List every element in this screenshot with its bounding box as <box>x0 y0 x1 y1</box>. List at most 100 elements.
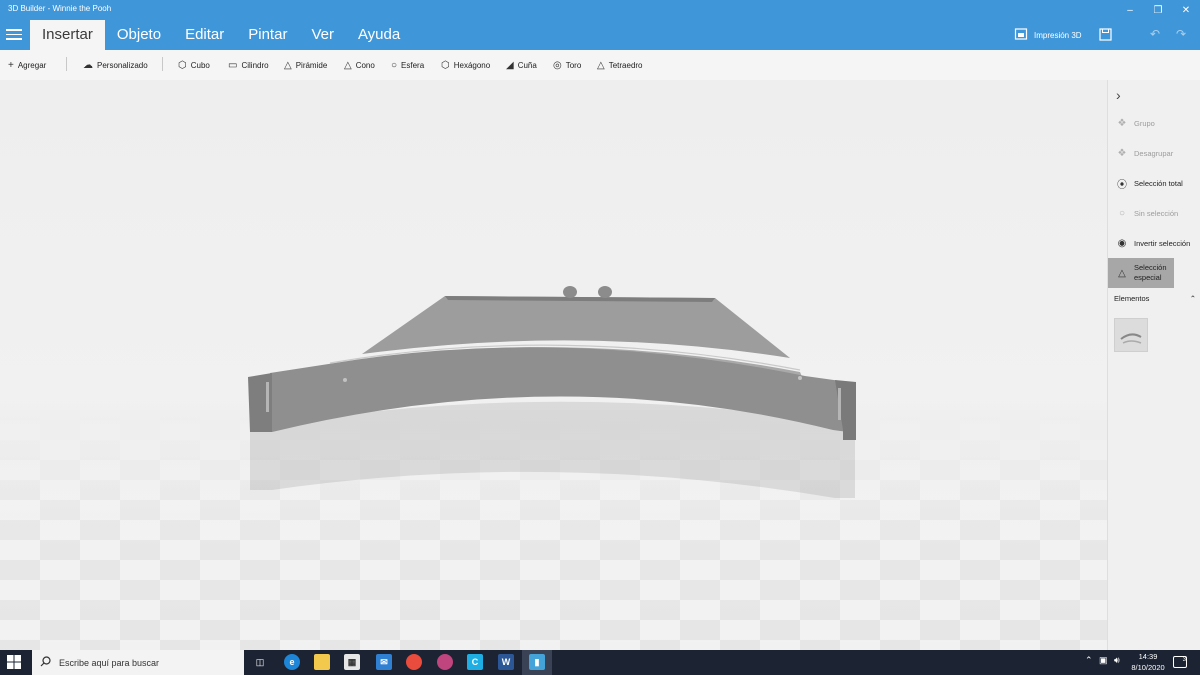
tetrahedron-label: Tetraedro <box>608 60 643 70</box>
group-button[interactable]: ❖ Grupo <box>1108 109 1200 137</box>
wedge-button[interactable]: ◢ Cuña <box>506 58 537 72</box>
element-thumbnail[interactable] <box>1114 318 1148 352</box>
wedge-label: Cuña <box>517 60 537 70</box>
hexagon-label: Hexágono <box>453 60 491 70</box>
notification-count: 3 <box>1182 657 1186 663</box>
special-selection-icon: △ <box>1118 267 1126 279</box>
close-button[interactable]: ✕ <box>1172 0 1200 20</box>
hamburger-icon[interactable] <box>6 26 22 42</box>
menu-tabs: Insertar Objeto Editar Pintar Ver Ayuda <box>30 20 412 50</box>
sphere-icon: ○ <box>391 59 398 71</box>
tab-insertar[interactable]: Insertar <box>30 20 105 50</box>
select-all-label: Selección total <box>1134 178 1183 188</box>
redo-icon[interactable]: ↷ <box>1173 26 1189 42</box>
volume-icon[interactable]: 🔊︎ <box>1114 655 1120 666</box>
elements-label: Elementos <box>1114 294 1150 303</box>
tab-ver[interactable]: Ver <box>299 20 346 50</box>
hexagon-button[interactable]: ⬡ Hexágono <box>441 58 490 72</box>
title-bar: 3D Builder - Winnie the Pooh – ❐ ✕ Inser… <box>0 0 1200 50</box>
windows-start-icon[interactable] <box>6 654 22 670</box>
cone-button[interactable]: △ Cono <box>344 58 375 72</box>
edge-icon[interactable]: e <box>284 654 300 670</box>
window-controls: – ❐ ✕ <box>1116 0 1200 20</box>
cone-icon: △ <box>344 59 352 71</box>
select-all-icon: ⦿ <box>1117 179 1127 191</box>
taskbar-clock[interactable]: 14:39 8/10/2020 <box>1126 652 1170 673</box>
invert-selection-button[interactable]: ◉ Invertir selección <box>1108 229 1200 257</box>
cone-label: Cono <box>355 60 375 70</box>
print-3d-label: Impresión 3D <box>1034 30 1082 40</box>
invert-selection-icon: ◉ <box>1117 237 1127 249</box>
toolbar-divider <box>162 57 163 71</box>
hexagon-icon: ⬡ <box>441 59 450 71</box>
chrome-icon[interactable] <box>406 654 422 670</box>
chevron-up-icon[interactable]: ⌃ <box>1190 294 1196 303</box>
word-icon[interactable]: W <box>498 654 514 670</box>
tetrahedron-icon: △ <box>597 59 605 71</box>
select-none-icon: ○ <box>1118 207 1126 219</box>
ungroup-label: Desagrupar <box>1134 148 1174 158</box>
windows-taskbar: Escribe aquí para buscar ◫ e ▦ ✉ C W ▮ ⌃… <box>0 650 1200 675</box>
save-icon[interactable] <box>1097 26 1113 42</box>
selection-panel: › ❖ Grupo ❖ Desagrupar ⦿ Selección total… <box>1107 80 1200 650</box>
3d-viewport[interactable] <box>0 80 1107 650</box>
add-label: Agregar <box>17 60 47 70</box>
cube-button[interactable]: ⬡ Cubo <box>178 58 210 72</box>
select-none-label: Sin selección <box>1134 208 1179 218</box>
pyramid-label: Pirámide <box>295 60 328 70</box>
custom-button[interactable]: ☁ Personalizado <box>83 58 148 72</box>
3d-builder-icon[interactable]: ▮ <box>529 654 545 670</box>
torus-button[interactable]: ◎ Toro <box>553 58 581 72</box>
torus-label: Toro <box>565 60 582 70</box>
elements-header[interactable]: Elementos ⌃ <box>1114 294 1196 303</box>
insert-toolbar: + Agregar ☁ Personalizado ⬡ Cubo ▭ Cilin… <box>0 50 1200 80</box>
sphere-button[interactable]: ○ Esfera <box>391 58 424 72</box>
restore-button[interactable]: ❐ <box>1144 0 1172 20</box>
plus-icon: + <box>8 59 14 71</box>
print-3d-button[interactable]: Impresión 3D <box>1014 26 1082 44</box>
special-selection-label: Selección especial <box>1134 263 1167 282</box>
task-view-icon[interactable]: ◫ <box>252 654 268 670</box>
tab-ayuda[interactable]: Ayuda <box>346 20 412 50</box>
window-title: 3D Builder - Winnie the Pooh <box>8 4 112 13</box>
tetrahedron-button[interactable]: △ Tetraedro <box>597 58 643 72</box>
minimize-button[interactable]: – <box>1116 0 1144 20</box>
select-none-button[interactable]: ○ Sin selección <box>1108 199 1200 227</box>
printer-icon <box>1014 27 1028 43</box>
taskbar-search-box[interactable]: Escribe aquí para buscar <box>32 650 244 675</box>
search-icon <box>40 656 51 669</box>
custom-shape-icon: ☁ <box>83 59 93 71</box>
cylinder-label: Cilindro <box>241 60 269 70</box>
ungroup-button[interactable]: ❖ Desagrupar <box>1108 139 1200 167</box>
cube-label: Cubo <box>190 60 210 70</box>
invert-selection-label: Invertir selección <box>1134 238 1191 248</box>
special-selection-button[interactable]: △ Selección especial <box>1108 258 1174 288</box>
pyramid-button[interactable]: △ Pirámide <box>284 58 327 72</box>
chevron-up-icon[interactable]: ⌃ <box>1085 655 1093 666</box>
network-icon[interactable]: ▣ <box>1099 655 1108 666</box>
cube-icon: ⬡ <box>178 59 187 71</box>
sphere-label: Esfera <box>401 60 425 70</box>
toolbar-divider <box>66 57 67 71</box>
chevron-right-icon[interactable]: › <box>1116 87 1132 103</box>
torus-icon: ◎ <box>553 59 562 71</box>
c-app-icon[interactable]: C <box>467 654 483 670</box>
notification-icon[interactable]: 3 <box>1173 656 1187 668</box>
tab-editar[interactable]: Editar <box>173 20 236 50</box>
tab-pintar[interactable]: Pintar <box>236 20 299 50</box>
add-button[interactable]: + Agregar <box>8 58 46 72</box>
mail-icon[interactable]: ✉ <box>376 654 392 670</box>
pyramid-icon: △ <box>284 59 292 71</box>
group-icon: ❖ <box>1117 117 1127 129</box>
store-icon[interactable]: ▦ <box>344 654 360 670</box>
pink-app-icon[interactable] <box>437 654 453 670</box>
select-all-button[interactable]: ⦿ Selección total <box>1108 169 1200 197</box>
ungroup-icon: ❖ <box>1117 147 1127 159</box>
undo-icon[interactable]: ↶ <box>1147 26 1163 42</box>
search-placeholder: Escribe aquí para buscar <box>59 657 160 668</box>
cylinder-button[interactable]: ▭ Cilindro <box>228 58 269 72</box>
group-label: Grupo <box>1134 118 1155 128</box>
file-explorer-icon[interactable] <box>314 654 330 670</box>
clock-date: 8/10/2020 <box>1131 662 1165 672</box>
tab-objeto[interactable]: Objeto <box>105 20 173 50</box>
